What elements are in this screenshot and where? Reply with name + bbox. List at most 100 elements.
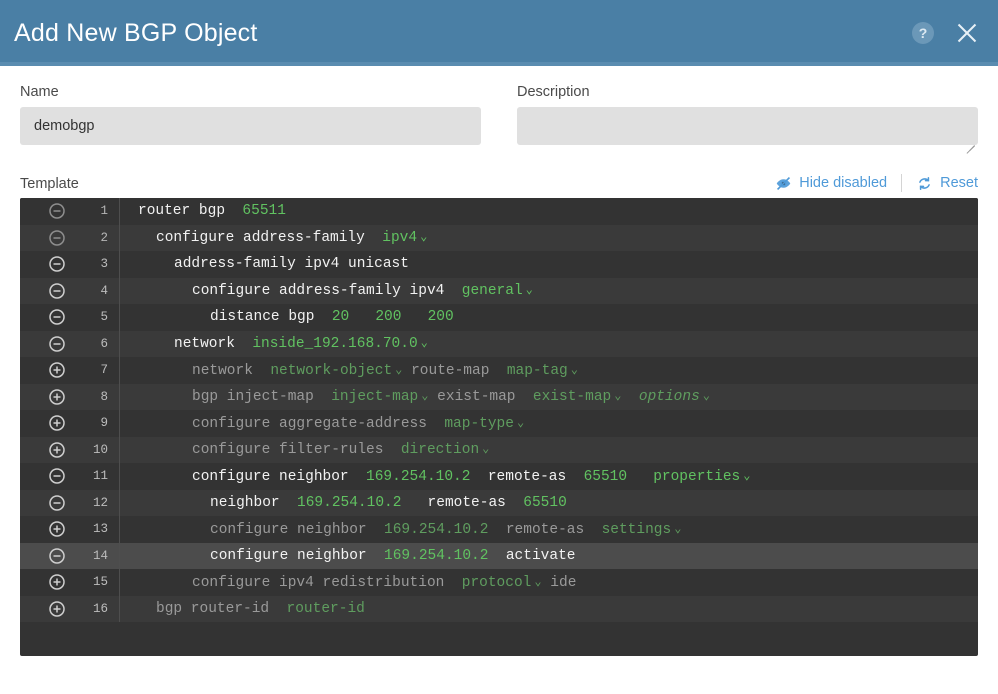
code-line-7[interactable]: 7 network network-object ⌄ route-map map-t… [20,357,978,384]
code-token: ide [541,574,577,591]
code-token[interactable]: settings [602,522,672,538]
code-line-12[interactable]: 12 neighbor 169.254.10.2 remote-as 65510 [20,489,978,516]
chevron-down-icon[interactable]: ⌄ [703,388,710,403]
code-content[interactable]: neighbor 169.254.10.2 remote-as 65510 [120,495,567,511]
code-token[interactable]: map-tag [507,363,568,379]
code-content[interactable]: configure address-family ipv4 general ⌄ [120,282,533,299]
code-content[interactable]: configure address-family ipv4 ⌄ [120,229,427,246]
code-content[interactable]: address-family ipv4 unicast [120,256,409,272]
code-token[interactable]: router-id [287,601,365,617]
code-line-13[interactable]: 13 configure neighbor 169.254.10.2 remote… [20,516,978,543]
code-content[interactable]: configure ipv4 redistribution protocol ⌄ … [120,574,576,591]
fold-toggle-plus-icon[interactable] [42,520,72,538]
fold-toggle-plus-icon[interactable] [42,600,72,618]
description-textarea[interactable] [517,107,978,145]
code-token[interactable]: protocol [462,575,532,591]
code-token: router bgp [138,203,243,220]
titlebar-actions: ? [912,20,980,46]
fold-toggle-minus-icon[interactable] [42,308,72,326]
code-token: route-map [402,362,507,379]
code-token: configure neighbor [210,521,385,538]
help-circle-icon[interactable]: ? [912,22,934,44]
code-token[interactable]: 65511 [242,203,286,219]
code-token: configure ipv4 redistribution [192,574,462,591]
hide-disabled-button[interactable]: Hide disabled [775,175,887,192]
chevron-down-icon[interactable]: ⌄ [743,468,750,483]
code-line-8[interactable]: 8 bgp inject-map inject-map ⌄ exist-map ex… [20,383,978,410]
code-token[interactable]: 65510 [584,469,628,485]
close-icon[interactable] [954,20,980,46]
chevron-down-icon[interactable]: ⌄ [421,335,428,350]
fold-toggle-plus-icon[interactable] [42,441,72,459]
code-token[interactable]: exist-map [533,389,611,405]
name-input[interactable] [20,107,481,145]
chevron-down-icon[interactable]: ⌄ [517,415,524,430]
code-content[interactable]: configure neighbor 169.254.10.2 activate [120,548,593,564]
code-line-10[interactable]: 10 configure filter-rules direction ⌄ [20,436,978,463]
fold-toggle-minus-icon[interactable] [42,467,72,485]
code-line-14[interactable]: 14 configure neighbor 169.254.10.2 activa… [20,542,978,569]
code-token[interactable]: direction [401,442,479,458]
fold-toggle-plus-icon[interactable] [42,361,72,379]
fold-toggle-minus-icon[interactable] [42,255,72,273]
reset-button[interactable]: Reset [916,175,978,192]
fold-toggle-plus-icon[interactable] [42,414,72,432]
fold-toggle-plus-icon[interactable] [42,573,72,591]
code-editor[interactable]: 1 router bgp 65511 2 configure address-fam… [20,198,978,656]
code-token[interactable]: 200 [428,309,454,325]
fold-toggle-minus-icon[interactable] [42,229,72,247]
code-line-16[interactable]: 16 bgp router-id router-id [20,595,978,622]
chevron-down-icon[interactable]: ⌄ [571,362,578,377]
code-content[interactable]: configure filter-rules direction ⌄ [120,441,489,458]
gutter-6: 6 [20,330,120,357]
code-token[interactable]: general [462,283,523,299]
code-token[interactable]: 169.254.10.2 [297,495,401,511]
line-number: 15 [92,575,108,590]
fold-toggle-minus-icon[interactable] [42,494,72,512]
code-token[interactable]: properties [653,469,740,485]
code-content[interactable]: configure neighbor 169.254.10.2 remote-a… [120,521,681,538]
code-line-15[interactable]: 15 configure ipv4 redistribution protocol… [20,569,978,596]
code-token[interactable]: 169.254.10.2 [366,469,470,485]
code-token[interactable]: 200 [375,309,401,325]
code-line-11[interactable]: 11 configure neighbor 169.254.10.2 remote… [20,463,978,490]
code-token[interactable]: 20 [332,309,349,325]
code-content[interactable]: distance bgp 20 200 200 [120,309,454,325]
code-token[interactable]: 169.254.10.2 [384,522,488,538]
code-content[interactable]: configure aggregate-address map-type ⌄ [120,415,524,432]
line-number: 14 [92,548,108,563]
fold-toggle-minus-icon[interactable] [42,282,72,300]
chevron-down-icon[interactable]: ⌄ [526,282,533,297]
code-token[interactable]: network-object [270,363,392,379]
code-line-1[interactable]: 1 router bgp 65511 [20,198,978,225]
code-content[interactable]: bgp router-id router-id [120,601,365,617]
fold-toggle-minus-icon[interactable] [42,547,72,565]
code-content[interactable]: router bgp 65511 [120,203,286,219]
description-wrap [517,107,978,154]
fold-toggle-plus-icon[interactable] [42,388,72,406]
code-token[interactable]: ipv4 [382,230,417,246]
gutter-7: 7 [20,357,120,384]
code-token[interactable]: 169.254.10.2 [384,548,488,564]
code-content[interactable]: bgp inject-map inject-map ⌄ exist-map exi… [120,388,710,405]
code-line-6[interactable]: 6 network inside_192.168.70.0 ⌄ [20,330,978,357]
chevron-down-icon[interactable]: ⌄ [482,441,489,456]
code-line-5[interactable]: 5 distance bgp 20 200 200 [20,304,978,331]
fold-toggle-minus-icon[interactable] [42,202,72,220]
code-token[interactable]: inside_192.168.70.0 [252,336,417,352]
chevron-down-icon[interactable]: ⌄ [674,521,681,536]
chevron-down-icon[interactable]: ⌄ [420,229,427,244]
code-token[interactable]: map-type [444,416,514,432]
code-token[interactable]: 65510 [523,495,567,511]
code-content[interactable]: configure neighbor 169.254.10.2 remote-a… [120,468,750,485]
fold-toggle-minus-icon[interactable] [42,335,72,353]
code-line-2[interactable]: 2 configure address-family ipv4 ⌄ [20,224,978,251]
code-content[interactable]: network network-object ⌄ route-map map-ta… [120,362,578,379]
code-content[interactable]: network inside_192.168.70.0 ⌄ [120,335,428,352]
line-number: 7 [100,363,108,378]
code-line-4[interactable]: 4 configure address-family ipv4 general ⌄ [20,277,978,304]
chevron-down-icon[interactable]: ⌄ [534,574,541,589]
code-token[interactable]: inject-map [331,389,418,405]
code-line-9[interactable]: 9 configure aggregate-address map-type ⌄ [20,410,978,437]
code-line-3[interactable]: 3 address-family ipv4 unicast [20,251,978,278]
